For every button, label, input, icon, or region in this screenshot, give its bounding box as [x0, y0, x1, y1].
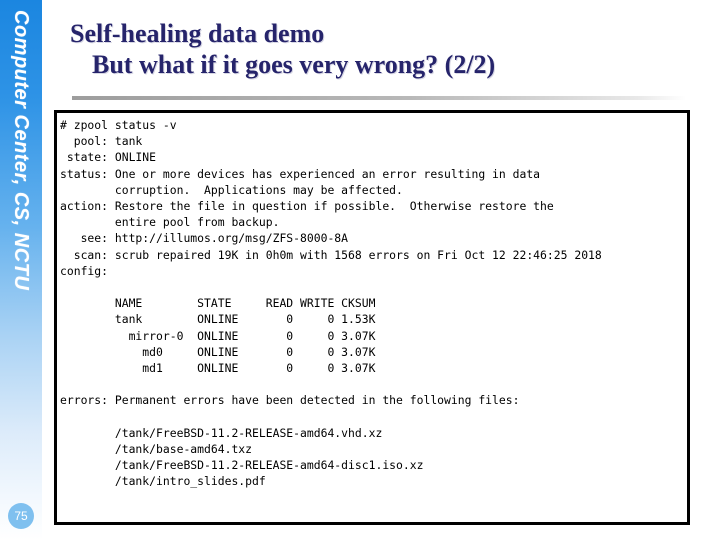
slide-title: Self-healing data demo But what if it go…: [70, 18, 690, 80]
page-number-badge: 75: [8, 503, 34, 529]
brand-sidebar-label: Computer Center, CS, NCTU: [10, 10, 33, 291]
terminal-output-text: # zpool status -v pool: tank state: ONLI…: [60, 118, 602, 489]
slide-title-line-2: But what if it goes very wrong? (2/2): [92, 50, 496, 79]
title-underline-rule: [72, 96, 686, 100]
slide-title-line-1: Self-healing data demo: [70, 19, 325, 48]
terminal-output-box: # zpool status -v pool: tank state: ONLI…: [54, 110, 690, 525]
brand-sidebar: Computer Center, CS, NCTU: [0, 0, 42, 540]
